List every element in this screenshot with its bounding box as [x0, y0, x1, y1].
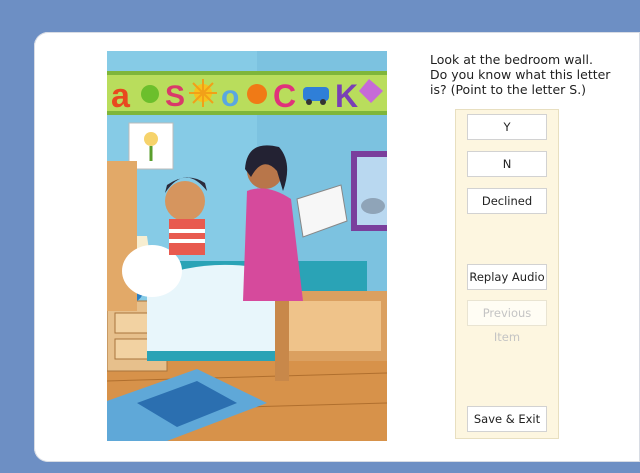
replay-audio-button[interactable]: Replay Audio	[467, 264, 547, 290]
previous-item-button: Previous Item	[467, 300, 547, 344]
wall-letter-s: S	[165, 80, 185, 113]
question-prompt: Look at the bedroom wall. Do you know wh…	[430, 52, 640, 97]
wall-letter-a: a	[111, 77, 131, 115]
save-exit-button[interactable]: Save & Exit	[467, 406, 547, 432]
wall-letter-k: K	[335, 78, 358, 114]
no-button[interactable]: N	[467, 151, 547, 177]
prompt-line-1: Look at the bedroom wall.	[430, 52, 593, 67]
prompt-line-3: is? (Point to the letter S.)	[430, 82, 587, 97]
yes-button[interactable]: Y	[467, 114, 547, 140]
wall-letter-o: o	[221, 80, 239, 113]
bedroom-illustration: a S o C K	[107, 51, 387, 441]
declined-button[interactable]: Declined	[467, 188, 547, 214]
response-panel: Y N Declined Replay Audio Previous Item …	[455, 109, 559, 439]
prompt-line-2: Do you know what this letter	[430, 67, 611, 82]
wall-letter-c: C	[273, 78, 296, 114]
